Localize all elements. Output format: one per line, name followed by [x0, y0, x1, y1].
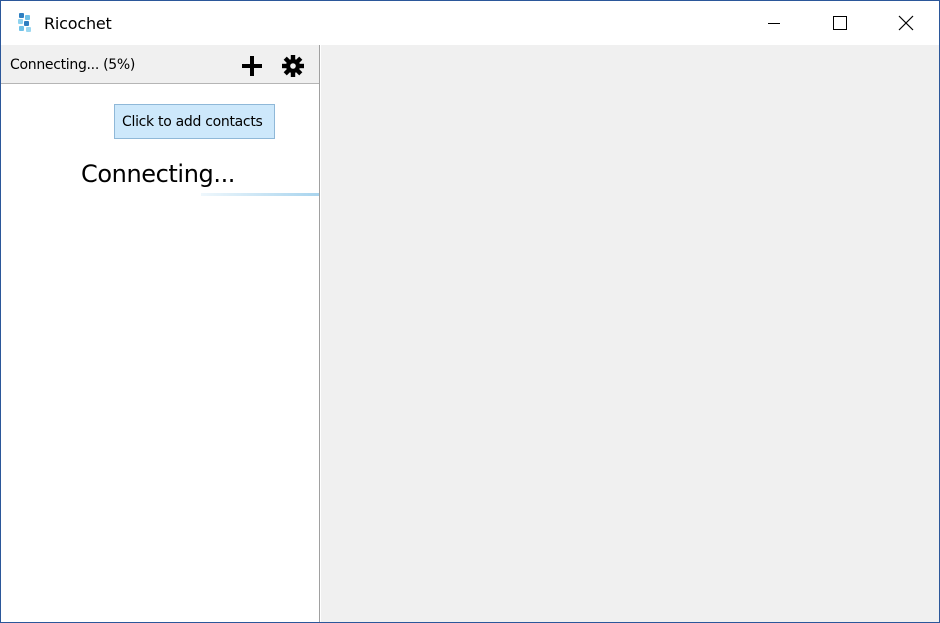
maximize-icon	[833, 16, 847, 30]
connecting-label: Connecting...	[81, 160, 236, 188]
ricochet-app-icon	[16, 12, 36, 34]
close-icon	[898, 15, 914, 31]
conversation-pane	[321, 45, 939, 622]
contacts-pane: Connecting... (5%) Click to add contacts…	[1, 45, 320, 622]
title-bar[interactable]: Ricochet	[1, 1, 939, 45]
connection-status: Connecting... (5%)	[10, 57, 136, 73]
maximize-button[interactable]	[807, 1, 873, 45]
minimize-button[interactable]	[741, 1, 807, 45]
status-bar: Connecting... (5%)	[1, 45, 319, 84]
plus-icon	[242, 56, 262, 76]
window-title: Ricochet	[44, 14, 112, 33]
settings-button[interactable]	[280, 53, 306, 79]
tooltip-text: Click to add contacts	[122, 114, 263, 130]
connecting-progress-indicator	[201, 193, 319, 196]
add-contact-button[interactable]	[239, 53, 265, 79]
gear-icon	[282, 55, 304, 77]
minimize-icon	[768, 23, 780, 24]
app-window: Ricochet Connecting... (5%) Click to add…	[0, 0, 940, 623]
close-button[interactable]	[873, 1, 939, 45]
add-contacts-tooltip: Click to add contacts	[114, 104, 275, 139]
